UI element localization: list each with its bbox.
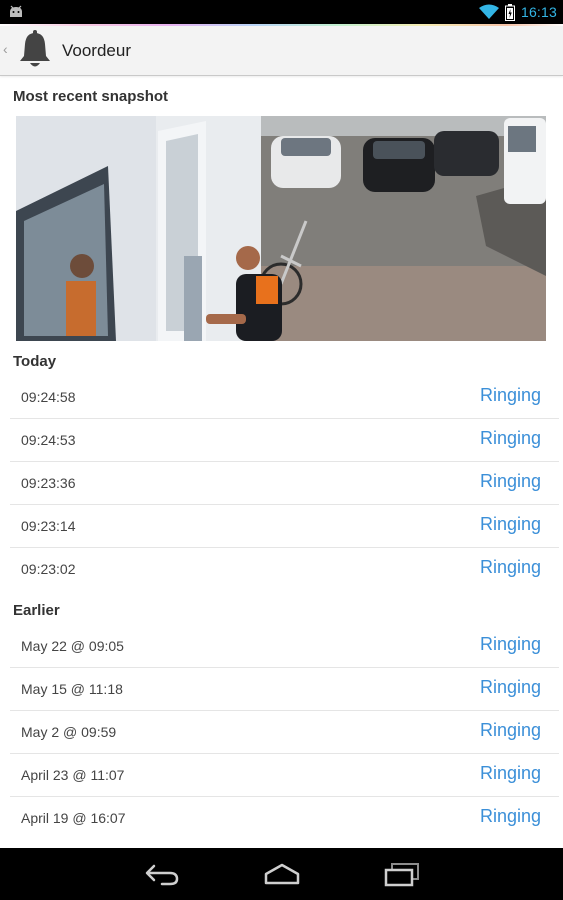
list-item[interactable]: 09:23:36 Ringing (10, 462, 559, 505)
back-icon[interactable] (142, 861, 182, 887)
up-caret-icon[interactable]: ‹ (3, 41, 8, 57)
event-time: 09:24:53 (21, 432, 76, 448)
event-status: Ringing (479, 557, 541, 577)
wifi-icon (478, 4, 499, 19)
event-time: April 19 @ 16:07 (21, 810, 126, 826)
snapshot-picture (16, 116, 546, 341)
list-item[interactable]: 09:23:02 Ringing (10, 548, 559, 591)
snapshot-section-header: Most recent snapshot (13, 88, 169, 105)
earlier-section-header: Earlier (13, 602, 60, 619)
recent-apps-icon[interactable] (382, 861, 422, 887)
event-status: Ringing (479, 385, 541, 405)
navigation-bar (0, 848, 563, 900)
list-item[interactable]: April 23 @ 11:07 Ringing (10, 754, 559, 797)
event-status: Ringing (479, 634, 541, 654)
event-status: Ringing (479, 806, 541, 826)
list-item[interactable]: 09:24:53 Ringing (10, 419, 559, 462)
home-icon[interactable] (262, 861, 302, 887)
event-status: Ringing (479, 677, 541, 697)
clock-time: 16:13 (520, 4, 557, 20)
today-list: 09:24:58 Ringing 09:24:53 Ringing 09:23:… (10, 376, 559, 591)
bell-icon[interactable] (17, 30, 53, 70)
event-status: Ringing (479, 514, 541, 534)
page-title: Voordeur (62, 41, 131, 60)
list-item[interactable]: May 15 @ 11:18 Ringing (10, 668, 559, 711)
status-bar: 16:13 (0, 0, 563, 24)
event-time: 09:24:58 (21, 389, 76, 405)
battery-icon (504, 3, 515, 21)
event-time: May 15 @ 11:18 (21, 681, 123, 697)
list-item[interactable]: May 22 @ 09:05 Ringing (10, 625, 559, 668)
event-status: Ringing (479, 763, 541, 783)
action-bar: ‹ Voordeur (0, 26, 563, 76)
event-time: 09:23:02 (21, 561, 76, 577)
today-section-header: Today (13, 353, 57, 370)
event-status: Ringing (479, 428, 541, 448)
event-time: April 23 @ 11:07 (21, 767, 125, 783)
earlier-list: May 22 @ 09:05 Ringing May 15 @ 11:18 Ri… (10, 625, 559, 840)
event-status: Ringing (479, 471, 541, 491)
snapshot-image[interactable] (16, 116, 546, 341)
event-time: May 2 @ 09:59 (21, 724, 117, 740)
event-time: May 22 @ 09:05 (21, 638, 124, 654)
list-item[interactable]: 09:23:14 Ringing (10, 505, 559, 548)
list-item[interactable]: April 19 @ 16:07 Ringing (10, 797, 559, 840)
list-item[interactable]: May 2 @ 09:59 Ringing (10, 711, 559, 754)
android-notification-icon (10, 5, 22, 17)
event-time: 09:23:14 (21, 518, 76, 534)
list-item[interactable]: 09:24:58 Ringing (10, 376, 559, 419)
event-time: 09:23:36 (21, 475, 76, 491)
event-status: Ringing (479, 720, 541, 740)
